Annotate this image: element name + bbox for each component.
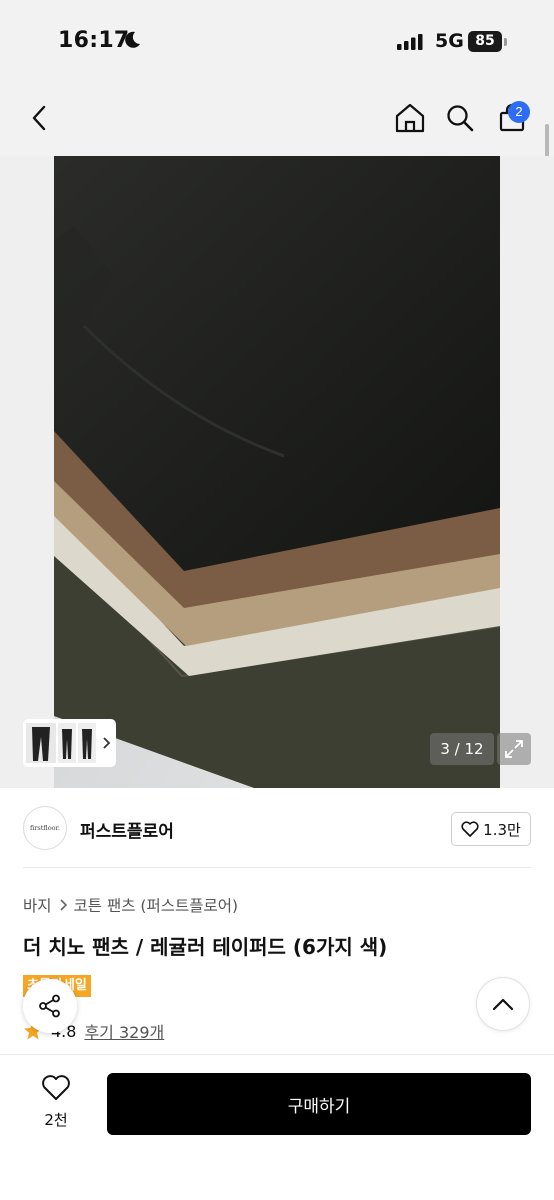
chevron-right-icon — [103, 737, 111, 749]
breadcrumb-category[interactable]: 바지 — [23, 894, 52, 916]
brand-logo[interactable]: firstfloor. — [23, 806, 67, 850]
status-bar: 16:17 5G 85 — [0, 0, 554, 80]
thumbnail-strip[interactable] — [23, 719, 116, 767]
wishlist-button[interactable]: 2천 — [24, 1074, 88, 1130]
thumbnail-images — [26, 723, 96, 763]
home-button[interactable] — [392, 100, 428, 136]
buy-button[interactable]: 구매하기 — [107, 1073, 531, 1135]
status-time: 16:17 — [58, 28, 130, 53]
share-button[interactable] — [23, 979, 77, 1033]
heart-icon — [461, 821, 479, 837]
breadcrumb-subcategory[interactable]: 코튼 팬츠 (퍼스트플로어) — [74, 894, 239, 916]
home-icon — [395, 103, 425, 133]
wishlist-count: 2천 — [44, 1111, 68, 1129]
battery-level: 85 — [468, 31, 502, 52]
heart-icon — [42, 1075, 70, 1100]
expand-button[interactable] — [497, 733, 531, 765]
cart-count-badge: 2 — [508, 101, 530, 123]
network-type: 5G — [435, 30, 464, 52]
image-counter: 3 / 12 — [430, 733, 494, 765]
chevron-right-icon — [59, 899, 67, 911]
search-icon — [447, 105, 474, 132]
battery-nub — [504, 38, 507, 46]
top-nav — [0, 80, 554, 158]
bottom-bar-divider — [0, 1054, 554, 1055]
signal-icon — [397, 34, 423, 50]
product-image-gallery[interactable] — [0, 156, 554, 788]
brand-like-button[interactable]: 1.3만 — [451, 812, 531, 846]
brand-like-count: 1.3만 — [483, 820, 521, 839]
breadcrumb: 바지 코튼 팬츠 (퍼스트플로어) — [23, 894, 238, 916]
brand-name[interactable]: 퍼스트플로어 — [80, 817, 174, 842]
review-link[interactable]: 후기 329개 — [84, 1019, 164, 1043]
product-photo — [54, 156, 500, 788]
divider — [23, 867, 531, 868]
back-icon — [32, 105, 46, 131]
scroll-top-button[interactable] — [476, 977, 530, 1031]
back-button[interactable] — [22, 100, 58, 136]
moon-icon — [125, 31, 140, 48]
product-title: 더 치노 팬츠 / 레귤러 테이퍼드 (6가지 색) — [23, 935, 388, 959]
chevron-up-icon — [492, 998, 514, 1011]
expand-icon — [505, 740, 523, 758]
search-button[interactable] — [442, 100, 478, 136]
share-icon — [39, 994, 60, 1018]
